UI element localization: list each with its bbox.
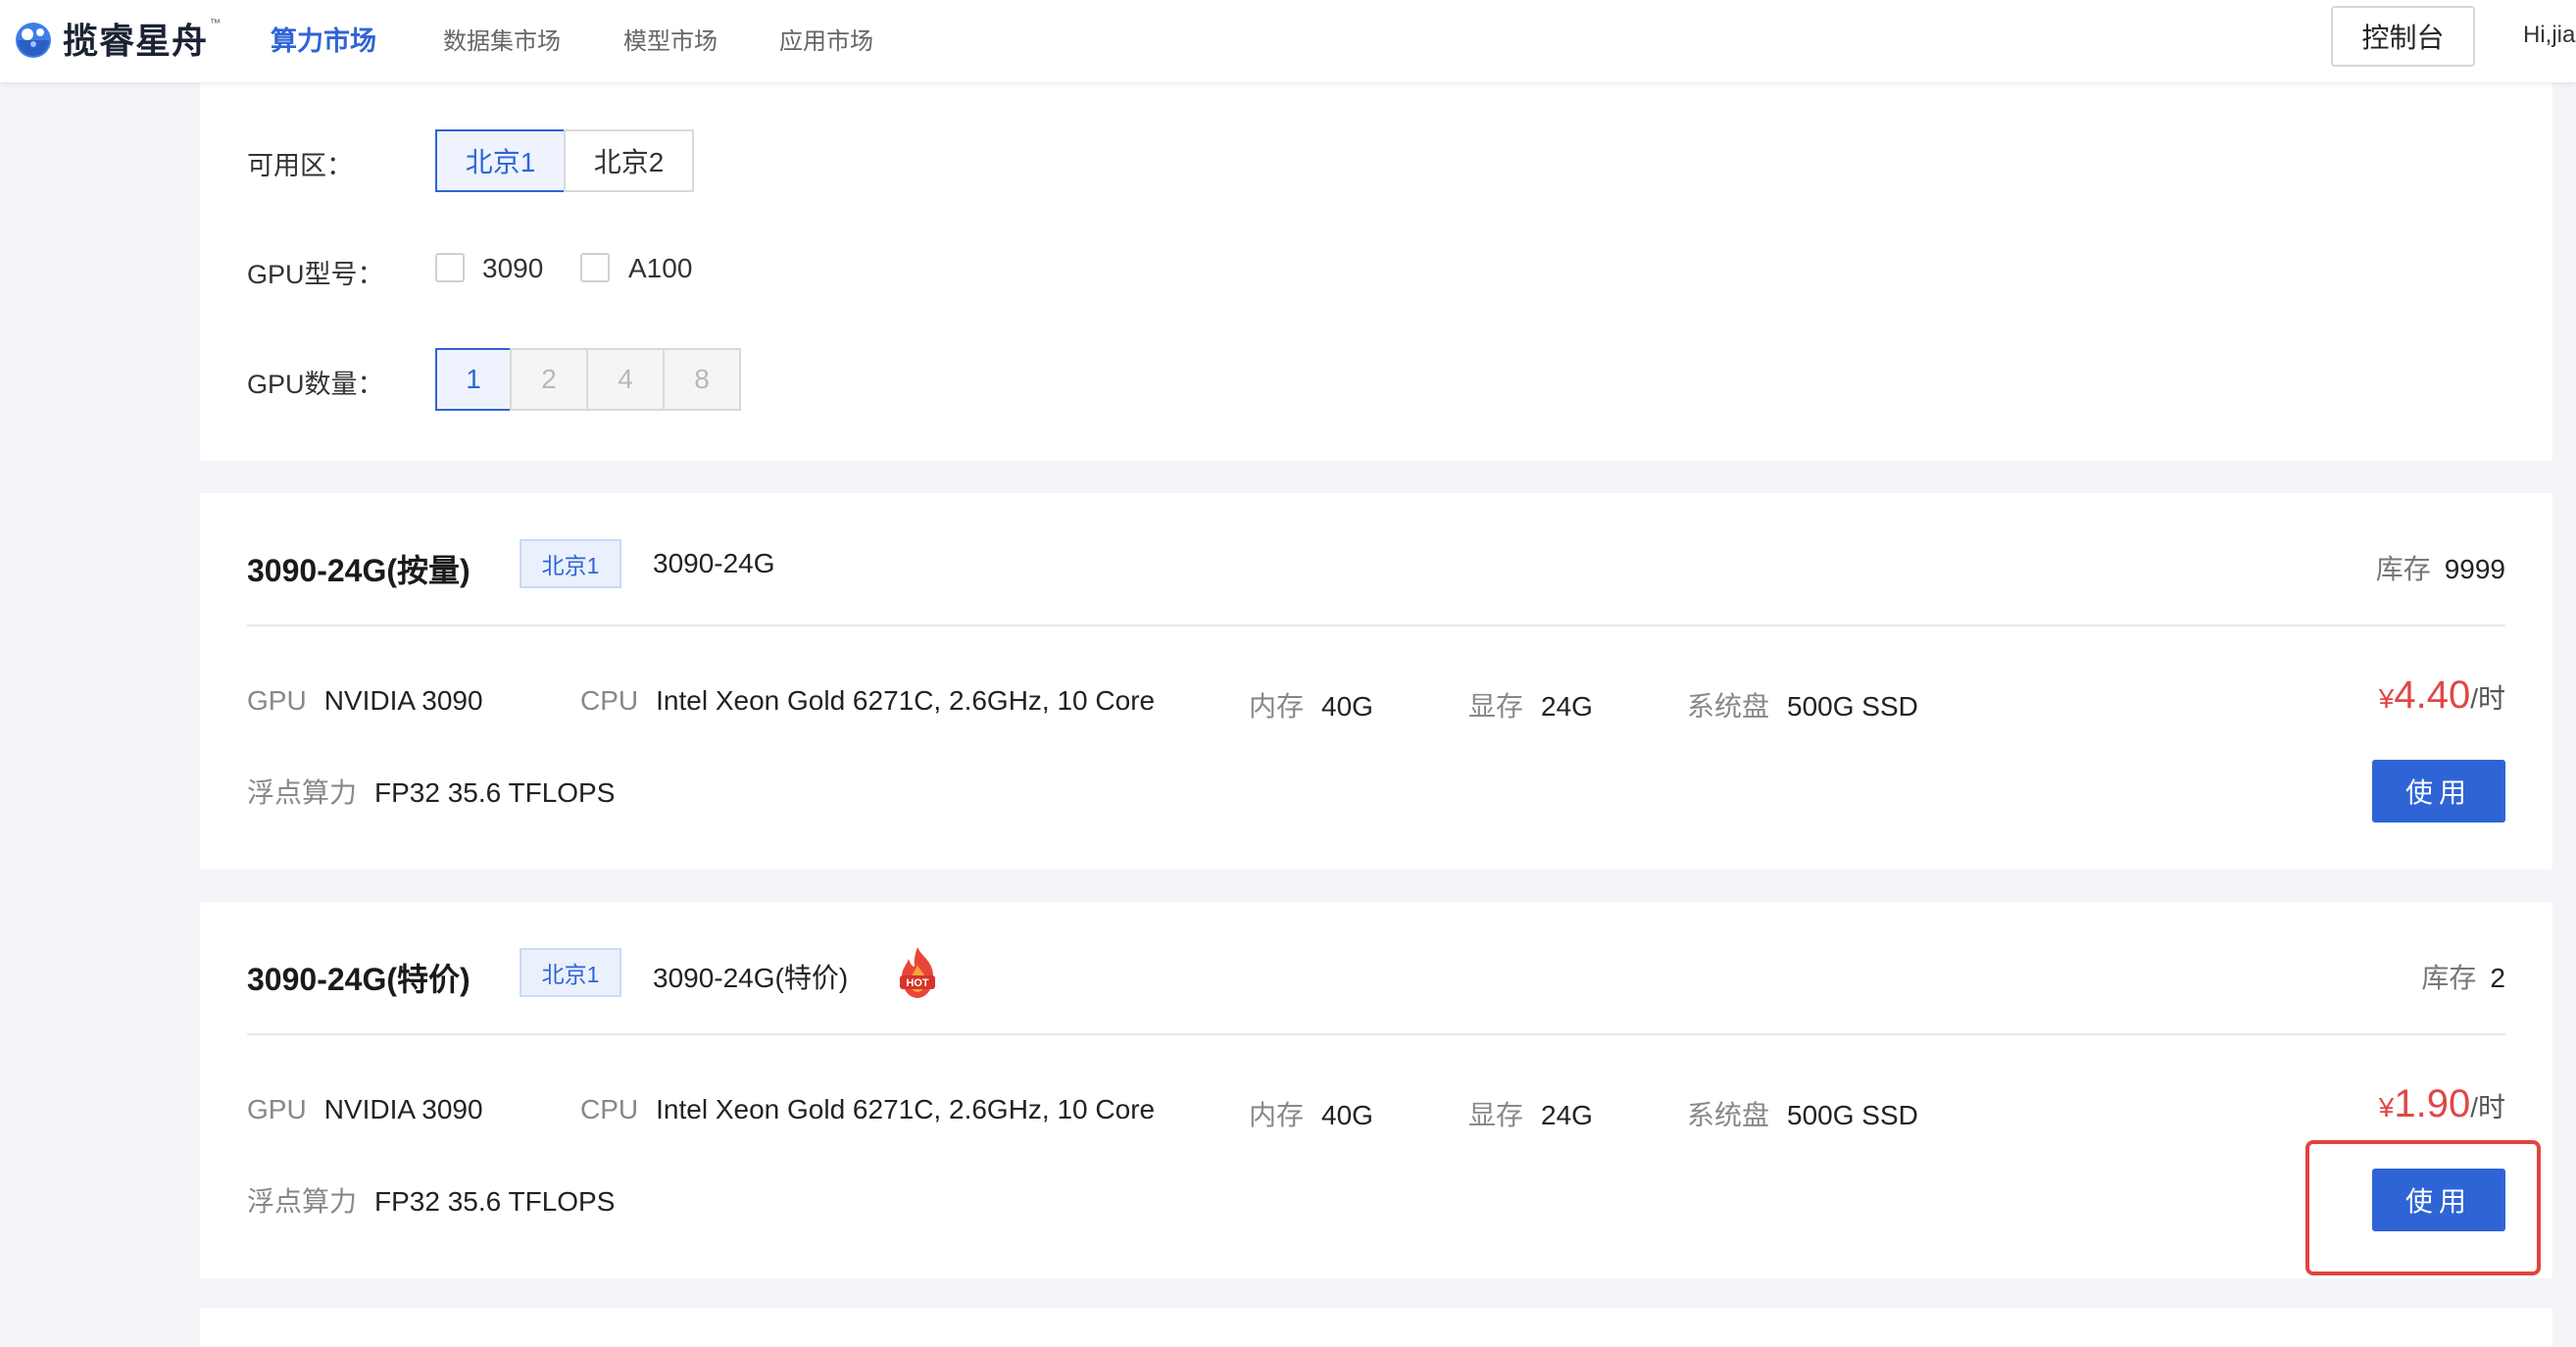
- spec-gpu: GPU NVIDIA 3090: [247, 685, 483, 717]
- brand-logo-icon: [16, 23, 51, 58]
- gpu-model-label-a100: A100: [628, 253, 693, 283]
- gpu-model-filter-label: GPU型号：: [247, 260, 384, 289]
- spec-flops: 浮点算力 FP32 35.6 TFLOPS: [247, 772, 615, 811]
- stock-info: 库存 9999: [2376, 548, 2505, 587]
- gpu-model-checkbox-a100[interactable]: [580, 253, 610, 282]
- nav-compute-market[interactable]: 算力市场: [271, 20, 376, 58]
- nav-app-market[interactable]: 应用市场: [779, 22, 873, 56]
- zone-option-beijing1[interactable]: 北京1: [435, 129, 566, 192]
- stock-value: 9999: [2444, 554, 2505, 584]
- card-divider: [247, 1033, 2505, 1035]
- gpu-count-option-2[interactable]: 2: [510, 348, 588, 411]
- gpu-count-filter-label: GPU数量：: [247, 370, 384, 399]
- stock-label: 库存: [2375, 554, 2431, 584]
- stock-info: 库存 2: [2421, 957, 2505, 996]
- console-button[interactable]: 控制台: [2331, 6, 2475, 67]
- spec-flops: 浮点算力 FP32 35.6 TFLOPS: [247, 1180, 615, 1220]
- spec-cpu-value: Intel Xeon Gold 6271C, 2.6GHz, 10 Core: [656, 1094, 1156, 1124]
- spec-flops-value: FP32 35.6 TFLOPS: [374, 777, 616, 808]
- spec-memory-value: 40G: [1321, 1100, 1373, 1130]
- spec-vram-label: 显存: [1468, 691, 1524, 722]
- spec-flops-label: 浮点算力: [247, 1186, 358, 1217]
- spec-gpu-value: NVIDIA 3090: [323, 685, 483, 716]
- product-model: 3090-24G(特价): [653, 963, 849, 993]
- product-title: 3090-24G(特价): [247, 962, 471, 997]
- price-unit: /时: [2470, 1092, 2505, 1122]
- brand-logo[interactable]: 揽睿星舟 ™: [10, 14, 221, 63]
- region-tag: 北京1: [520, 539, 621, 588]
- zone-option-beijing2[interactable]: 北京2: [564, 129, 694, 192]
- region-tag: 北京1: [520, 948, 621, 997]
- stock-value: 2: [2490, 963, 2505, 993]
- gpu-model-checkbox-3090[interactable]: [435, 253, 465, 282]
- price-symbol: ¥: [2378, 683, 2395, 714]
- price-value: 4.40: [2394, 674, 2471, 717]
- hot-icon: HOT: [900, 947, 935, 998]
- product-card: 3090-24G(按量) 北京1 3090-24G 库存 9999 GPU NVID…: [200, 493, 2552, 870]
- spec-vram: 显存 24G: [1468, 685, 1593, 724]
- spec-disk-label: 系统盘: [1687, 1100, 1770, 1130]
- spec-flops-label: 浮点算力: [247, 777, 358, 808]
- spec-disk-label: 系统盘: [1687, 691, 1770, 722]
- gpu-model-label-3090: 3090: [482, 253, 544, 283]
- gpu-count-option-8[interactable]: 8: [663, 348, 741, 411]
- spec-gpu-label: GPU: [247, 1094, 307, 1124]
- price-symbol: ¥: [2378, 1092, 2395, 1122]
- spec-cpu: CPU Intel Xeon Gold 6271C, 2.6GHz, 10 Cor…: [580, 685, 1155, 717]
- spec-cpu: CPU Intel Xeon Gold 6271C, 2.6GHz, 10 Cor…: [580, 1094, 1155, 1125]
- spec-cpu-label: CPU: [580, 685, 639, 716]
- spec-memory-label: 内存: [1249, 1100, 1305, 1130]
- zone-filter-label: 可用区：: [247, 151, 353, 180]
- user-greeting[interactable]: Hi,jia: [2523, 22, 2575, 49]
- gpu-count-option-4[interactable]: 4: [586, 348, 665, 411]
- spec-flops-value: FP32 35.6 TFLOPS: [374, 1186, 616, 1217]
- spec-disk: 系统盘 500G SSD: [1687, 685, 1918, 724]
- product-card: 3090-24G(特价) 北京1 3090-24G(特价) HOT 库存 2 GP…: [200, 902, 2552, 1278]
- hot-icon-text: HOT: [906, 977, 929, 989]
- product-title: 3090-24G(按量): [247, 553, 471, 588]
- price-unit: /时: [2470, 683, 2505, 714]
- top-nav-bar: 揽睿星舟 ™ 算力市场 数据集市场 模型市场 应用市场 控制台 Hi,jia: [0, 0, 2576, 82]
- gpu-count-option-1[interactable]: 1: [435, 348, 512, 411]
- spec-memory-value: 40G: [1321, 691, 1373, 722]
- spec-disk: 系统盘 500G SSD: [1687, 1094, 1918, 1133]
- brand-trademark: ™: [210, 18, 222, 29]
- product-card-partial: [200, 1308, 2552, 1347]
- filter-panel: 可用区： 北京1 北京2 GPU型号： 3090 A100 GPU数量： 1 2…: [200, 82, 2552, 461]
- spec-gpu: GPU NVIDIA 3090: [247, 1094, 483, 1125]
- use-button[interactable]: 使用: [2372, 1169, 2505, 1231]
- spec-vram-value: 24G: [1541, 1100, 1593, 1130]
- spec-vram-value: 24G: [1541, 691, 1593, 722]
- use-button[interactable]: 使用: [2372, 760, 2505, 823]
- spec-disk-value: 500G SSD: [1787, 1100, 1918, 1130]
- nav-dataset-market[interactable]: 数据集市场: [443, 22, 561, 56]
- spec-cpu-label: CPU: [580, 1094, 639, 1124]
- product-model: 3090-24G: [653, 548, 775, 578]
- spec-memory: 内存 40G: [1249, 1094, 1373, 1133]
- spec-gpu-value: NVIDIA 3090: [323, 1094, 483, 1124]
- spec-gpu-label: GPU: [247, 685, 307, 716]
- spec-vram: 显存 24G: [1468, 1094, 1593, 1133]
- spec-memory-label: 内存: [1249, 691, 1305, 722]
- price: ¥1.90/时: [2379, 1082, 2505, 1126]
- spec-memory: 内存 40G: [1249, 685, 1373, 724]
- card-divider: [247, 624, 2505, 626]
- brand-name: 揽睿星舟: [63, 21, 209, 61]
- spec-vram-label: 显存: [1468, 1100, 1524, 1130]
- nav-model-market[interactable]: 模型市场: [623, 22, 718, 56]
- price: ¥4.40/时: [2379, 674, 2505, 718]
- spec-disk-value: 500G SSD: [1787, 691, 1918, 722]
- spec-cpu-value: Intel Xeon Gold 6271C, 2.6GHz, 10 Core: [656, 685, 1156, 716]
- stock-label: 库存: [2421, 963, 2477, 993]
- price-value: 1.90: [2394, 1082, 2471, 1125]
